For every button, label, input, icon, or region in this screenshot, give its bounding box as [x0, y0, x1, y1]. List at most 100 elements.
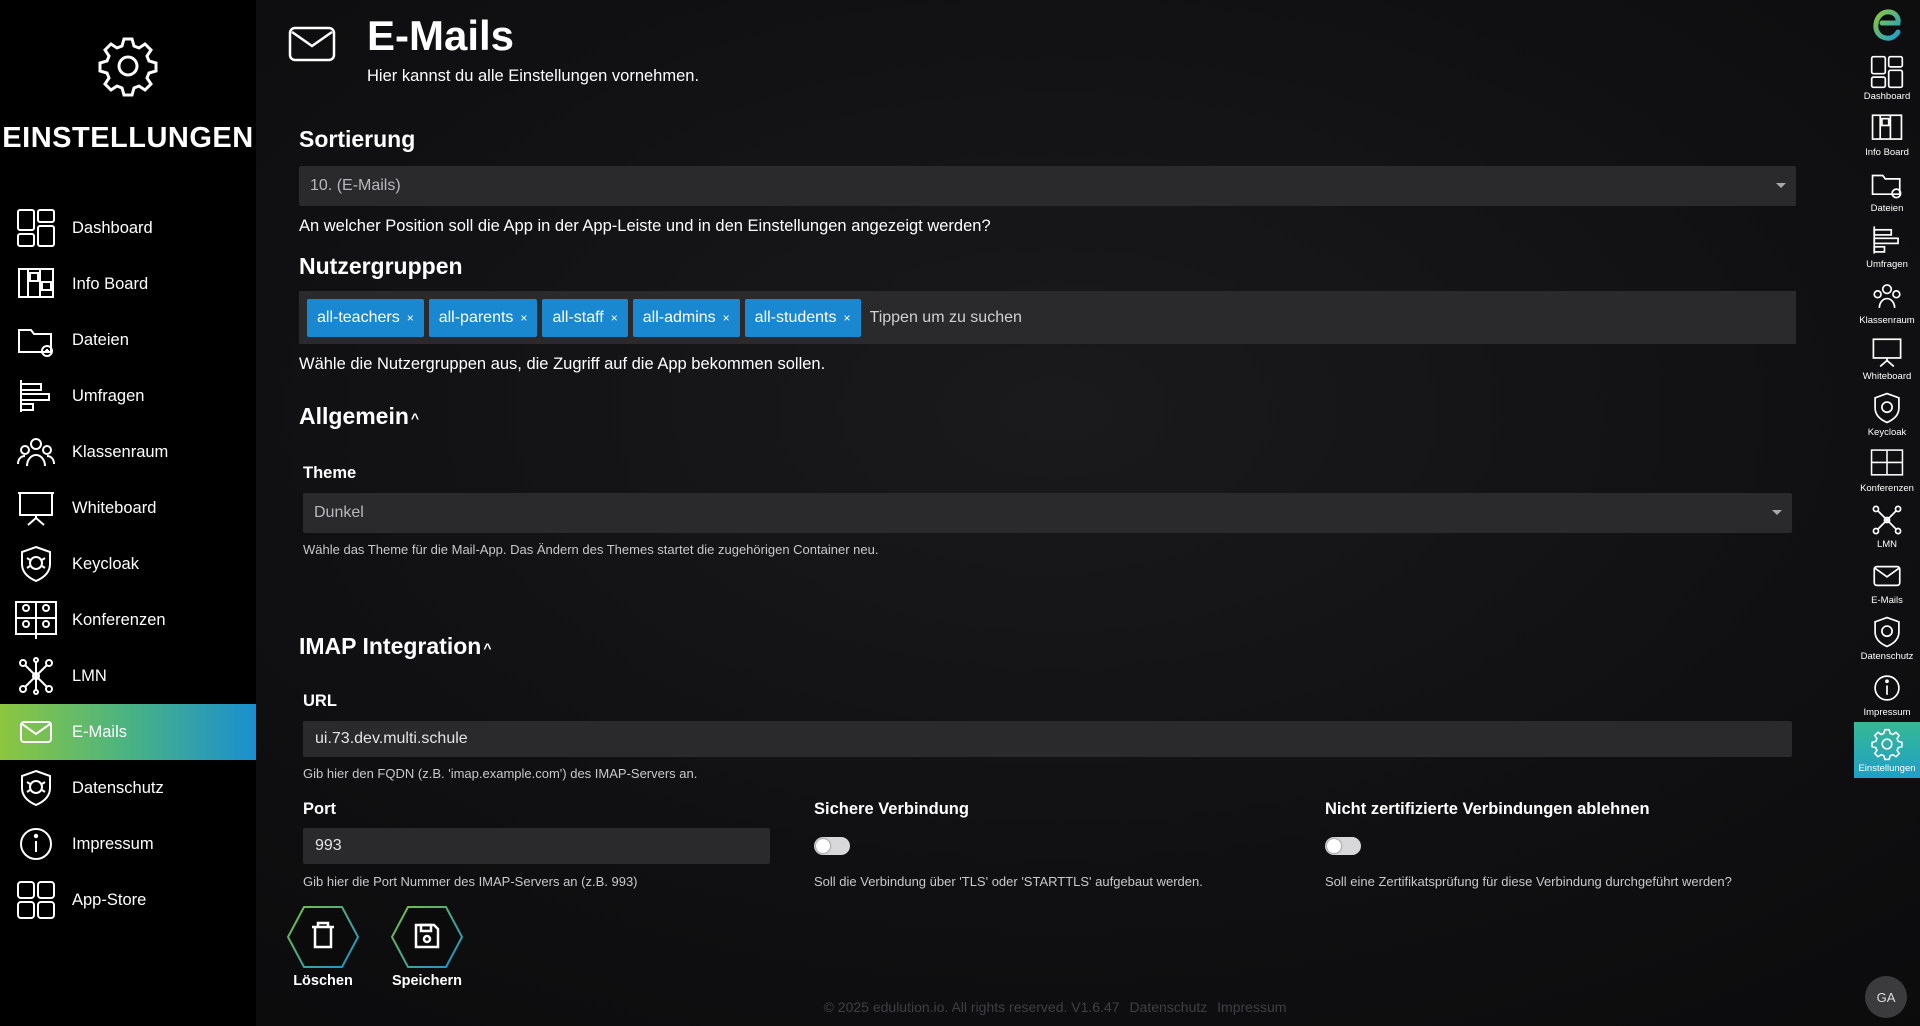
sidebar-item-classroom[interactable]: Klassenraum — [0, 424, 256, 480]
sidebar-item-dashboard[interactable]: Dashboard — [0, 200, 256, 256]
sidebar-item-label: Datenschutz — [72, 778, 164, 797]
imap-url-input[interactable]: ui.73.dev.multi.schule — [303, 721, 1792, 757]
sidebar-item-surveys[interactable]: Umfragen — [0, 368, 256, 424]
tag-label: all-parents — [438, 308, 514, 326]
reject-uncertified-help: Soll eine Zertifikatsprüfung für diese V… — [1325, 874, 1732, 889]
appbar-item-whiteboard[interactable]: Whiteboard — [1854, 330, 1920, 386]
sidebar-item-label: Klassenraum — [72, 442, 169, 461]
user-avatar[interactable]: GA — [1865, 976, 1907, 1018]
footer: © 2025 edulution.io. All rights reserved… — [256, 999, 1854, 1015]
save-button[interactable]: Speichern — [390, 905, 464, 989]
gear-icon — [98, 37, 158, 97]
mail-icon — [288, 26, 336, 62]
theme-label: Theme — [303, 464, 357, 482]
theme-select[interactable]: Dunkel — [303, 493, 1792, 533]
footer-copyright: © 2025 edulution.io. All rights reserved… — [823, 999, 1120, 1015]
group-search-input[interactable] — [869, 308, 1170, 327]
appbar-item-lmn[interactable]: LMN — [1854, 498, 1920, 554]
sidebar-item-info-board[interactable]: Info Board — [0, 256, 256, 312]
footer-imprint-link[interactable]: Impressum — [1217, 999, 1286, 1015]
sidebar-item-label: Keycloak — [72, 554, 139, 573]
group-tag[interactable]: all-admins × — [632, 298, 740, 337]
group-tag[interactable]: all-teachers × — [307, 298, 424, 337]
files-icon — [1871, 174, 1902, 198]
secure-connection-toggle[interactable] — [814, 837, 850, 855]
sorting-heading: Sortierung — [299, 126, 416, 152]
appbar-item-surveys[interactable]: Umfragen — [1854, 218, 1920, 274]
tag-label: all-staff — [552, 308, 604, 326]
remove-tag-icon[interactable]: × — [723, 311, 730, 325]
appbar-item-privacy[interactable]: Datenschutz — [1854, 610, 1920, 666]
edulution-logo[interactable] — [1854, 0, 1920, 50]
main-content: E-Mails Hier kannst du alle Einstellunge… — [256, 0, 1854, 1026]
remove-tag-icon[interactable]: × — [520, 311, 527, 325]
sidebar-item-whiteboard[interactable]: Whiteboard — [0, 480, 256, 536]
reject-uncertified-toggle[interactable] — [1325, 837, 1361, 855]
sidebar-item-label: LMN — [72, 666, 107, 685]
appbar-item-imprint[interactable]: Impressum — [1854, 666, 1920, 722]
general-section-toggle[interactable]: Allgemein ^ — [299, 403, 419, 430]
imap-port-value: 993 — [315, 837, 342, 854]
privacy-icon — [1874, 616, 1900, 647]
appbar-item-e-mails[interactable]: E-Mails — [1854, 554, 1920, 610]
appbar-item-label: E-Mails — [1871, 594, 1903, 606]
network-icon — [14, 654, 58, 698]
sorting-select[interactable]: 10. (E-Mails) — [299, 166, 1796, 206]
sorting-help: An welcher Position soll die App in der … — [299, 217, 991, 235]
group-tag[interactable]: all-students × — [744, 298, 861, 337]
secure-connection-label: Sichere Verbindung — [814, 800, 969, 818]
appbar-item-label: LMN — [1876, 538, 1898, 550]
sidebar-item-e-mails[interactable]: E-Mails — [0, 704, 256, 760]
dashboard-icon — [14, 206, 58, 250]
sidebar-item-app-store[interactable]: App-Store — [0, 872, 256, 928]
appbar-item-classroom[interactable]: Klassenraum — [1854, 274, 1920, 330]
privacy-icon — [14, 766, 58, 810]
sidebar-header: EINSTELLUNGEN — [0, 0, 256, 210]
sidebar-item-keycloak[interactable]: Keycloak — [0, 536, 256, 592]
delete-label: Löschen — [293, 973, 353, 989]
appbar-item-info-board[interactable]: Info Board — [1854, 106, 1920, 162]
sidebar-item-lmn[interactable]: LMN — [0, 648, 256, 704]
chevron-up-icon: ^ — [410, 409, 420, 426]
secure-connection-help: Soll die Verbindung über 'TLS' oder 'STA… — [814, 874, 1203, 889]
appbar-item-files[interactable]: Dateien — [1854, 162, 1920, 218]
sidebar-item-files[interactable]: Dateien — [0, 312, 256, 368]
footer-privacy-link[interactable]: Datenschutz — [1129, 999, 1207, 1015]
group-tag[interactable]: all-parents × — [428, 298, 538, 337]
appbar-item-label: Einstellungen — [1858, 762, 1916, 774]
groups-help: Wähle die Nutzergruppen aus, die Zugriff… — [299, 355, 826, 373]
surveys-icon — [1873, 225, 1899, 254]
info-board-icon — [14, 262, 58, 306]
appbar-item-dashboard[interactable]: Dashboard — [1854, 50, 1920, 106]
appbar-item-label: Keycloak — [1867, 426, 1907, 438]
remove-tag-icon[interactable]: × — [407, 311, 414, 325]
remove-tag-icon[interactable]: × — [844, 311, 851, 325]
port-help: Gib hier die Port Nummer des IMAP-Server… — [303, 874, 638, 889]
classroom-icon — [1873, 283, 1901, 308]
dashboard-icon — [1870, 55, 1904, 88]
appbar-item-label: Info Board — [1865, 146, 1909, 158]
sidebar-item-label: Impressum — [72, 834, 154, 853]
sidebar-item-conferences[interactable]: Konferenzen — [0, 592, 256, 648]
save-label: Speichern — [391, 973, 463, 989]
sidebar-item-label: Info Board — [72, 274, 149, 293]
appbar-item-settings[interactable]: Einstellungen — [1854, 722, 1920, 778]
appbar-item-conferences[interactable]: Konferenzen — [1854, 442, 1920, 498]
url-help: Gib hier den FQDN (z.B. 'imap.example.co… — [303, 766, 698, 781]
imap-port-input[interactable]: 993 — [303, 828, 770, 864]
gear-icon — [1871, 728, 1903, 760]
page-subtitle: Hier kannst du alle Einstellungen vorneh… — [367, 67, 700, 85]
sidebar-item-label: Dashboard — [72, 218, 153, 237]
delete-button[interactable]: Löschen — [286, 905, 360, 989]
group-tag[interactable]: all-staff × — [542, 298, 628, 337]
sidebar-item-imprint[interactable]: Impressum — [0, 816, 256, 872]
sidebar-item-privacy[interactable]: Datenschutz — [0, 760, 256, 816]
info-board-icon — [1871, 113, 1903, 140]
user-groups-multiselect[interactable]: all-teachers × all-parents × all-staff × al… — [299, 291, 1796, 344]
appbar-item-keycloak[interactable]: Keycloak — [1854, 386, 1920, 442]
files-icon — [14, 318, 58, 362]
imap-section-toggle[interactable]: IMAP Integration ^ — [299, 633, 492, 660]
appbar-item-label: Dashboard — [1863, 90, 1911, 102]
conferences-icon — [1870, 448, 1904, 476]
remove-tag-icon[interactable]: × — [611, 311, 618, 325]
